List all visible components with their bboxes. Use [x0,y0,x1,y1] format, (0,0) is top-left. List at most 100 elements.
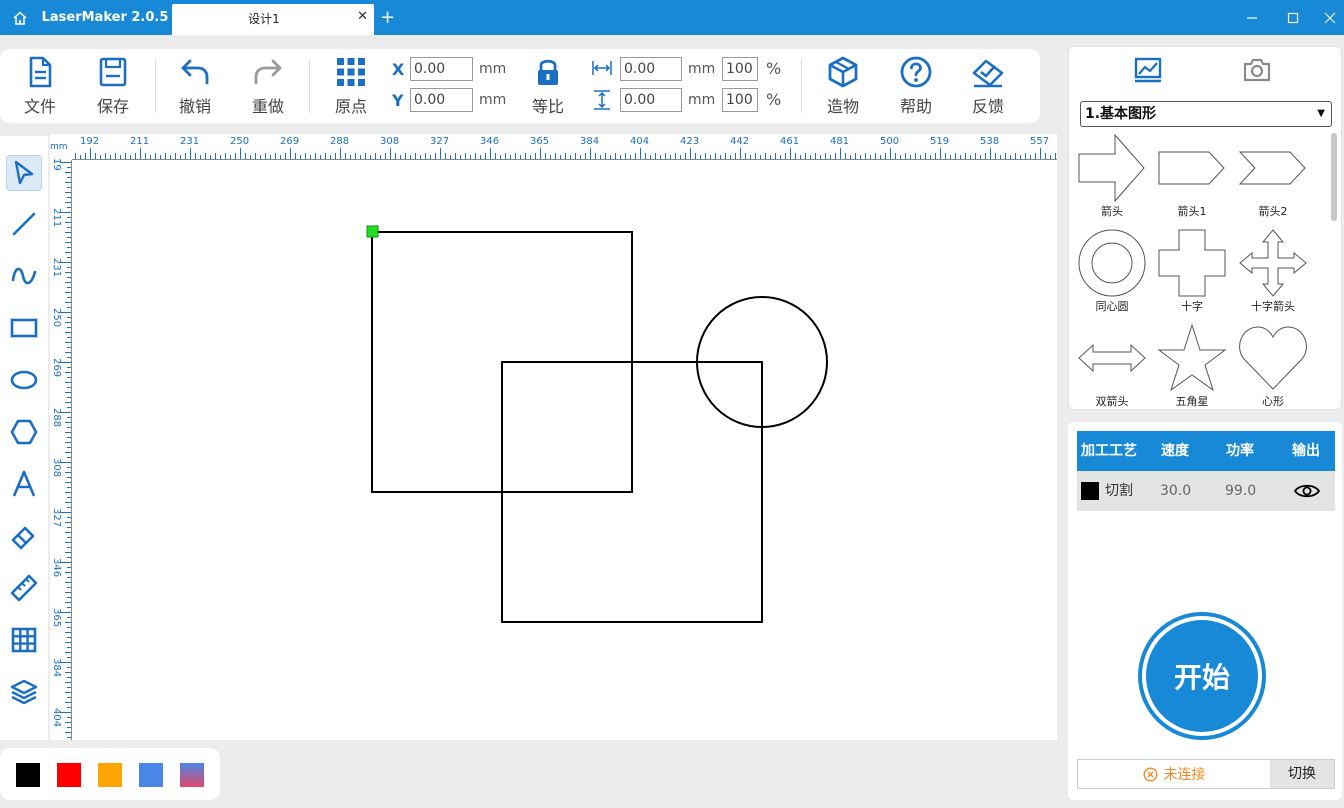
ruler-label: 500 [880,136,900,147]
image-tab-icon[interactable] [1131,55,1165,85]
layer-color-swatch[interactable] [1081,482,1099,500]
help-button[interactable]: 帮助 [886,55,946,119]
camera-tab-icon[interactable] [1240,55,1274,85]
ruler-tick [65,272,71,273]
measure-tool[interactable] [6,570,42,606]
polygon-tool[interactable] [6,414,42,450]
ruler-tick [67,577,71,578]
ruler-tick [65,342,71,343]
redo-button[interactable]: 重做 [238,55,298,119]
eye-icon[interactable] [1293,483,1321,499]
ruler-tick [67,637,71,638]
ruler-tick [120,155,121,159]
ruler-tick [1010,155,1011,159]
color-swatch-black[interactable] [16,763,40,787]
ruler-tick [995,153,996,159]
color-swatch-red[interactable] [57,763,81,787]
color-swatch-orange[interactable] [98,763,122,787]
switch-button[interactable]: 切换 [1270,760,1334,788]
ruler-tick [525,153,526,159]
ruler-tick [175,153,176,159]
ruler-tick [390,148,391,159]
maximize-icon[interactable] [1273,0,1313,35]
ruler-tick [65,252,71,253]
color-swatch-gradient[interactable] [180,763,204,787]
ruler-tick [65,672,71,673]
shape-arrow2[interactable]: 箭头2 [1237,133,1309,219]
ruler-tick [540,148,541,159]
color-swatch-blue[interactable] [139,763,163,787]
shape-heart[interactable]: 心形 [1237,323,1309,409]
ruler-tick [790,148,791,159]
ruler-tick [1035,153,1036,159]
ruler-tick [67,617,71,618]
ruler-label: 327 [430,136,450,147]
height-input[interactable]: 0.00 [620,88,682,112]
shape-cross-arrow[interactable]: 十字箭头 [1237,228,1309,314]
tab-design1[interactable]: 设计1 ✕ [172,4,374,35]
ruler-tick [200,155,201,159]
ruler-tick [505,153,506,159]
ruler-label: 288 [330,136,350,147]
layer-tool[interactable] [6,674,42,710]
ruler-tick [930,155,931,159]
ruler-tick [67,677,71,678]
height-percent-input[interactable]: 100 [722,88,758,112]
start-button[interactable]: 开始 [1138,612,1266,740]
process-row[interactable]: 切割 30.0 99.0 [1077,471,1335,511]
eraser-tool[interactable] [6,518,42,554]
save-button[interactable]: 保存 [83,55,143,119]
close-window-icon[interactable] [1310,0,1344,35]
ruler-tick [720,155,721,159]
origin-button[interactable]: 原点 [321,55,381,119]
ruler-tick [645,153,646,159]
ruler-tick [880,155,881,159]
file-button[interactable]: 文件 [10,55,70,119]
ruler-tick [365,153,366,159]
rectangle-tool[interactable] [6,310,42,346]
build-button[interactable]: 造物 [813,55,873,119]
minimize-icon[interactable] [1232,0,1272,35]
width-percent-input[interactable]: 100 [722,57,758,81]
undo-button[interactable]: 撤销 [165,55,225,119]
text-tool[interactable] [6,466,42,502]
add-tab-icon[interactable]: + [380,0,395,35]
ruler-tick [480,155,481,159]
close-tab-icon[interactable]: ✕ [357,9,368,24]
home-icon[interactable] [0,0,40,35]
ruler-tick [65,202,71,203]
ruler-tick [565,153,566,159]
y-input[interactable]: 0.00 [410,88,473,112]
process-mode[interactable]: 切割 [1105,471,1133,511]
width-input[interactable]: 0.00 [620,57,682,81]
ruler-tick [65,192,71,193]
canvas-area[interactable]: mm 192 211 231 250 269 288 308 327 346 365 384 404 4… [50,134,1057,740]
feedback-button[interactable]: 反馈 [958,55,1018,119]
shape-concentric-circle[interactable]: 同心圆 [1076,228,1148,314]
shape-arrow[interactable]: 箭头 [1076,133,1148,219]
process-power[interactable]: 99.0 [1225,471,1256,511]
drawing-canvas[interactable] [72,160,1057,740]
lock-ratio-button[interactable]: 等比 [518,55,578,119]
shape-star[interactable]: 五角星 [1156,323,1228,409]
line-tool[interactable] [6,206,42,242]
selection-handle[interactable] [366,225,379,238]
process-speed[interactable]: 30.0 [1160,471,1191,511]
ruler-tick [345,153,346,159]
ruler-tick [620,155,621,159]
array-tool[interactable] [6,622,42,658]
connection-status-text: 未连接 [1163,767,1206,783]
ruler-tick [935,153,936,159]
ruler-label: 231 [51,258,62,278]
library-scrollbar[interactable] [1331,133,1337,221]
shape-category-select[interactable]: 1.基本图形 ▼ [1080,101,1332,127]
ruler-tick [495,153,496,159]
x-input[interactable]: 0.00 [410,57,473,81]
ruler-tick [295,153,296,159]
ellipse-tool[interactable] [6,362,42,398]
shape-arrow1[interactable]: 箭头1 [1156,133,1228,219]
curve-tool[interactable] [6,258,42,294]
select-tool[interactable] [6,155,42,191]
shape-double-arrow[interactable]: 双箭头 [1076,323,1148,409]
shape-cross[interactable]: 十字 [1156,228,1228,314]
